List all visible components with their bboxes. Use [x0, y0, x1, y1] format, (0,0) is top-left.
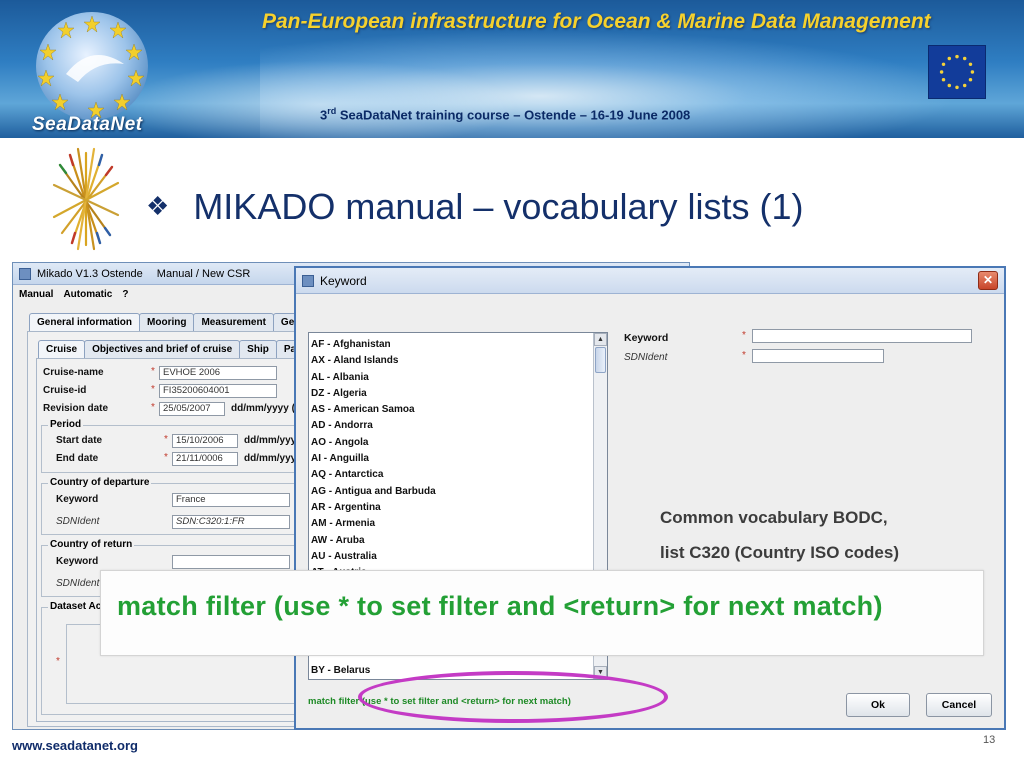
list-item[interactable]: AM - Armenia	[311, 516, 436, 532]
departure-keyword-label: Keyword	[56, 494, 99, 505]
window-title-doc: Manual / New CSR	[156, 267, 251, 280]
slide-title: ❖ MIKADO manual – vocabulary lists (1)	[146, 186, 804, 227]
required-mark: *	[151, 402, 155, 413]
zoomed-filter-box: match filter (use * to set filter and <r…	[100, 570, 984, 656]
return-sdnident-label: SDNIdent	[56, 578, 100, 589]
tab-general-information[interactable]: General information	[29, 313, 141, 331]
list-item[interactable]: AU - Australia	[311, 549, 436, 565]
close-icon[interactable]: ✕	[978, 271, 998, 290]
sdnident-label: SDNIdent	[624, 352, 668, 363]
vocabulary-callout: Common vocabulary BODC, list C320 (Count…	[660, 500, 899, 570]
callout-line-1: Common vocabulary BODC,	[660, 508, 888, 527]
required-mark: *	[151, 384, 155, 395]
main-tabs: General information Mooring Measurement …	[29, 313, 315, 331]
highlight-ellipse	[358, 671, 668, 723]
end-date-input[interactable]: 21/11/0006	[172, 452, 238, 466]
sub-tabs: Cruise Objectives and brief of cruise Sh…	[38, 340, 308, 358]
list-item[interactable]: AO - Angola	[311, 435, 436, 451]
tab-mooring[interactable]: Mooring	[139, 313, 195, 331]
scroll-up-arrow-icon[interactable]: ▲	[594, 333, 607, 346]
return-keyword-input[interactable]	[172, 555, 290, 569]
cruise-id-input[interactable]: FI35200604001	[159, 384, 277, 398]
list-item[interactable]: AI - Anguilla	[311, 451, 436, 467]
mikado-sticks-icon	[52, 147, 120, 251]
keyword-dialog-title: Keyword	[320, 273, 367, 288]
eu-stars-ring-icon	[37, 15, 145, 119]
list-item[interactable]: AG - Antigua and Barbuda	[311, 484, 436, 500]
list-item[interactable]: AD - Andorra	[311, 418, 436, 434]
java-window-icon	[19, 267, 31, 280]
seadatanet-logo-text: SeaDataNet	[32, 114, 143, 135]
start-date-input[interactable]: 15/10/2006	[172, 434, 238, 448]
tab-measurement[interactable]: Measurement	[193, 313, 274, 331]
zoomed-filter-text: match filter (use * to set filter and <r…	[117, 591, 883, 621]
tab-objectives[interactable]: Objectives and brief of cruise	[84, 340, 241, 358]
list-item[interactable]: AX - Aland Islands	[311, 353, 436, 369]
required-mark: *	[742, 330, 746, 341]
scroll-thumb[interactable]	[595, 347, 606, 373]
country-return-title: Country of return	[48, 539, 135, 550]
revision-date-input[interactable]: 25/05/2007	[159, 402, 225, 416]
return-keyword-label: Keyword	[56, 556, 99, 567]
course-subtitle: 3rd SeaDataNet training course – Ostende…	[320, 106, 691, 123]
eu-flag-icon	[928, 45, 986, 99]
list-item[interactable]: DZ - Algeria	[311, 386, 436, 402]
cruise-id-label: Cruise-id	[43, 385, 87, 396]
keyword-input[interactable]	[752, 329, 972, 343]
revision-date-label: Revision date	[43, 403, 109, 414]
keyword-dialog-titlebar: Keyword ✕	[296, 268, 1004, 294]
departure-sdnident-input[interactable]: SDN:C320:1:FR	[172, 515, 290, 529]
end-date-label: End date	[56, 453, 99, 464]
country-departure-title: Country of departure	[48, 477, 152, 488]
keyword-dialog: Keyword ✕ AF - Afghanistan AX - Aland Isl…	[294, 266, 1006, 730]
revision-date-format: dd/mm/yyyy (2	[231, 403, 301, 414]
start-date-label: Start date	[56, 435, 103, 446]
tab-ship[interactable]: Ship	[239, 340, 277, 358]
menu-automatic[interactable]: Automatic	[63, 289, 112, 300]
ok-button[interactable]: Ok	[846, 693, 910, 717]
menu-manual[interactable]: Manual	[19, 289, 53, 300]
cruise-name-input[interactable]: EVHOE 2006	[159, 366, 277, 380]
menu-help[interactable]: ?	[122, 289, 128, 300]
required-mark: *	[164, 434, 168, 445]
sdnident-input[interactable]	[752, 349, 884, 363]
departure-sdnident-label: SDNIdent	[56, 516, 100, 527]
keyword-label: Keyword	[624, 332, 669, 344]
cancel-button[interactable]: Cancel	[926, 693, 992, 717]
window-title-app: Mikado V1.3 Ostende	[37, 267, 143, 280]
required-mark: *	[742, 350, 746, 361]
required-mark: *	[164, 452, 168, 463]
list-item[interactable]: AL - Albania	[311, 370, 436, 386]
list-item[interactable]: AS - American Samoa	[311, 402, 436, 418]
list-item[interactable]: AF - Afghanistan	[311, 337, 436, 353]
required-mark: *	[151, 366, 155, 377]
callout-line-2: list C320 (Country ISO codes)	[660, 543, 899, 562]
departure-keyword-input[interactable]: France	[172, 493, 290, 507]
footer-url: www.seadatanet.org	[12, 738, 138, 753]
page-number: 13	[983, 734, 996, 746]
list-item[interactable]: AW - Aruba	[311, 533, 436, 549]
period-group-title: Period	[48, 419, 84, 430]
diamond-bullet-icon: ❖	[146, 191, 170, 221]
java-window-icon	[302, 274, 314, 287]
banner-title: Pan-European infrastructure for Ocean & …	[262, 10, 931, 33]
header-banner: SeaDataNet Pan-European infrastructure f…	[0, 0, 1024, 138]
list-item[interactable]: AQ - Antarctica	[311, 467, 436, 483]
list-item[interactable]: AR - Argentina	[311, 500, 436, 516]
tab-cruise[interactable]: Cruise	[38, 340, 86, 358]
cruise-name-label: Cruise-name	[43, 367, 104, 378]
banner-wave-decoration-2	[120, 60, 520, 138]
required-mark: *	[56, 656, 60, 667]
